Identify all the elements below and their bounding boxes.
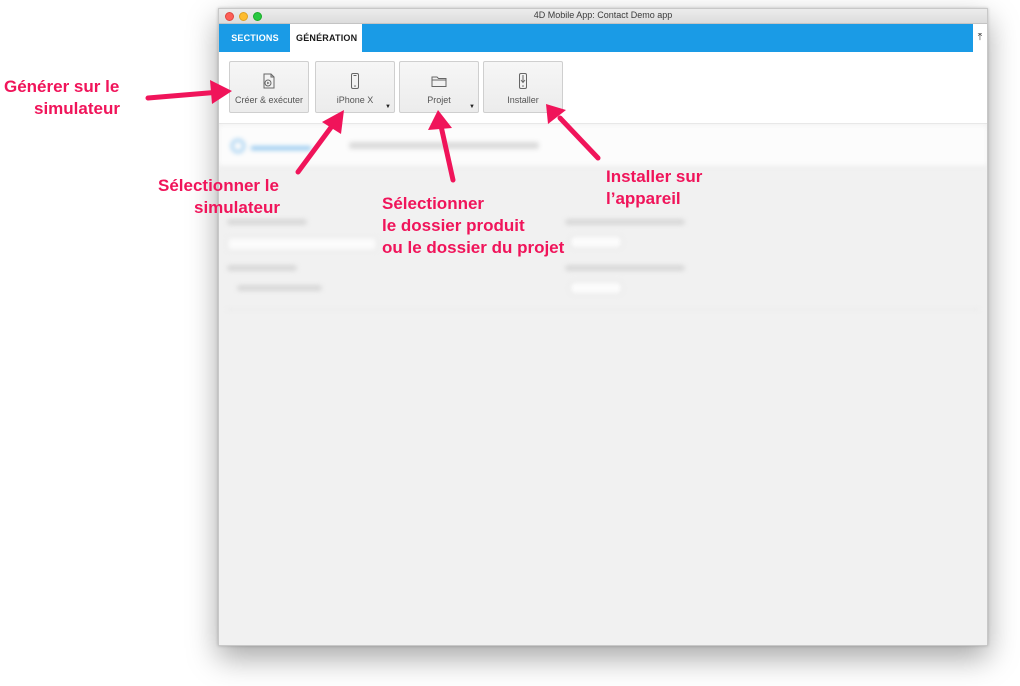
simulator-label: iPhone X [336,95,374,105]
annotation-text: Installer sur [606,167,703,186]
annotation-text: simulateur [194,198,280,217]
title-bar: 4D Mobile App: Contact Demo app [219,9,987,24]
generation-toolbar: Créer & exécuter iPhone X ▼ Projet ▼ Ins… [219,52,987,124]
blurred-button [569,281,623,295]
annotation-text: Sélectionner [382,194,485,213]
install-label: Installer [507,95,539,105]
publishing-header: ▬▬▬▬▬ [219,125,987,167]
blurred-label [227,265,297,271]
annotation-install: Installer sur l’appareil [606,166,702,210]
build-and-run-button[interactable]: Créer & exécuter [229,61,309,113]
blurred-text [237,285,322,291]
publishing-title-placeholder: ▬▬▬▬▬ [251,139,311,153]
blurred-label [227,219,307,225]
project-label: Projet [427,95,451,105]
app-window: 4D Mobile App: Contact Demo app SECTIONS… [218,8,988,646]
annotation-text: simulateur [34,99,120,118]
dropdown-caret-icon: ▼ [385,104,391,110]
annotation-text: l’appareil [606,189,681,208]
blurred-label [565,265,685,271]
blurred-label [565,219,685,225]
install-button[interactable]: Installer [483,61,563,113]
build-run-icon [230,72,308,90]
annotation-select-simulator: Sélectionner le simulateur [158,175,280,219]
blurred-divider [227,309,979,310]
publishing-icon [231,139,245,153]
annotation-select-folder: Sélectionner le dossier produit ou le do… [382,193,564,259]
upload-icon[interactable]: ⤒ [973,24,987,52]
annotation-text: ou le dossier du projet [382,238,565,257]
project-folder-button[interactable]: Projet ▼ [399,61,479,113]
blurred-button [569,235,623,249]
annotation-text: Générer sur le [4,77,120,96]
phone-icon [316,72,394,90]
publishing-description-placeholder [349,142,539,149]
dropdown-caret-icon: ▼ [469,104,475,110]
annotation-text: le dossier produit [382,216,525,235]
tab-bar: SECTIONS GÉNÉRATION ⤒ [219,24,987,52]
build-and-run-label: Créer & exécuter [234,95,304,105]
folder-icon [400,72,478,90]
tab-sections[interactable]: SECTIONS [223,24,287,52]
annotation-generate: Générer sur le simulateur [4,76,120,120]
simulator-select-button[interactable]: iPhone X ▼ [315,61,395,113]
install-device-icon [484,72,562,90]
window-title: 4D Mobile App: Contact Demo app [533,10,673,20]
tab-generation[interactable]: GÉNÉRATION [290,24,362,52]
blurred-publishing-section: ▬▬▬▬▬ [219,125,987,645]
blurred-input [227,237,377,251]
annotation-text: Sélectionner le [158,176,279,195]
